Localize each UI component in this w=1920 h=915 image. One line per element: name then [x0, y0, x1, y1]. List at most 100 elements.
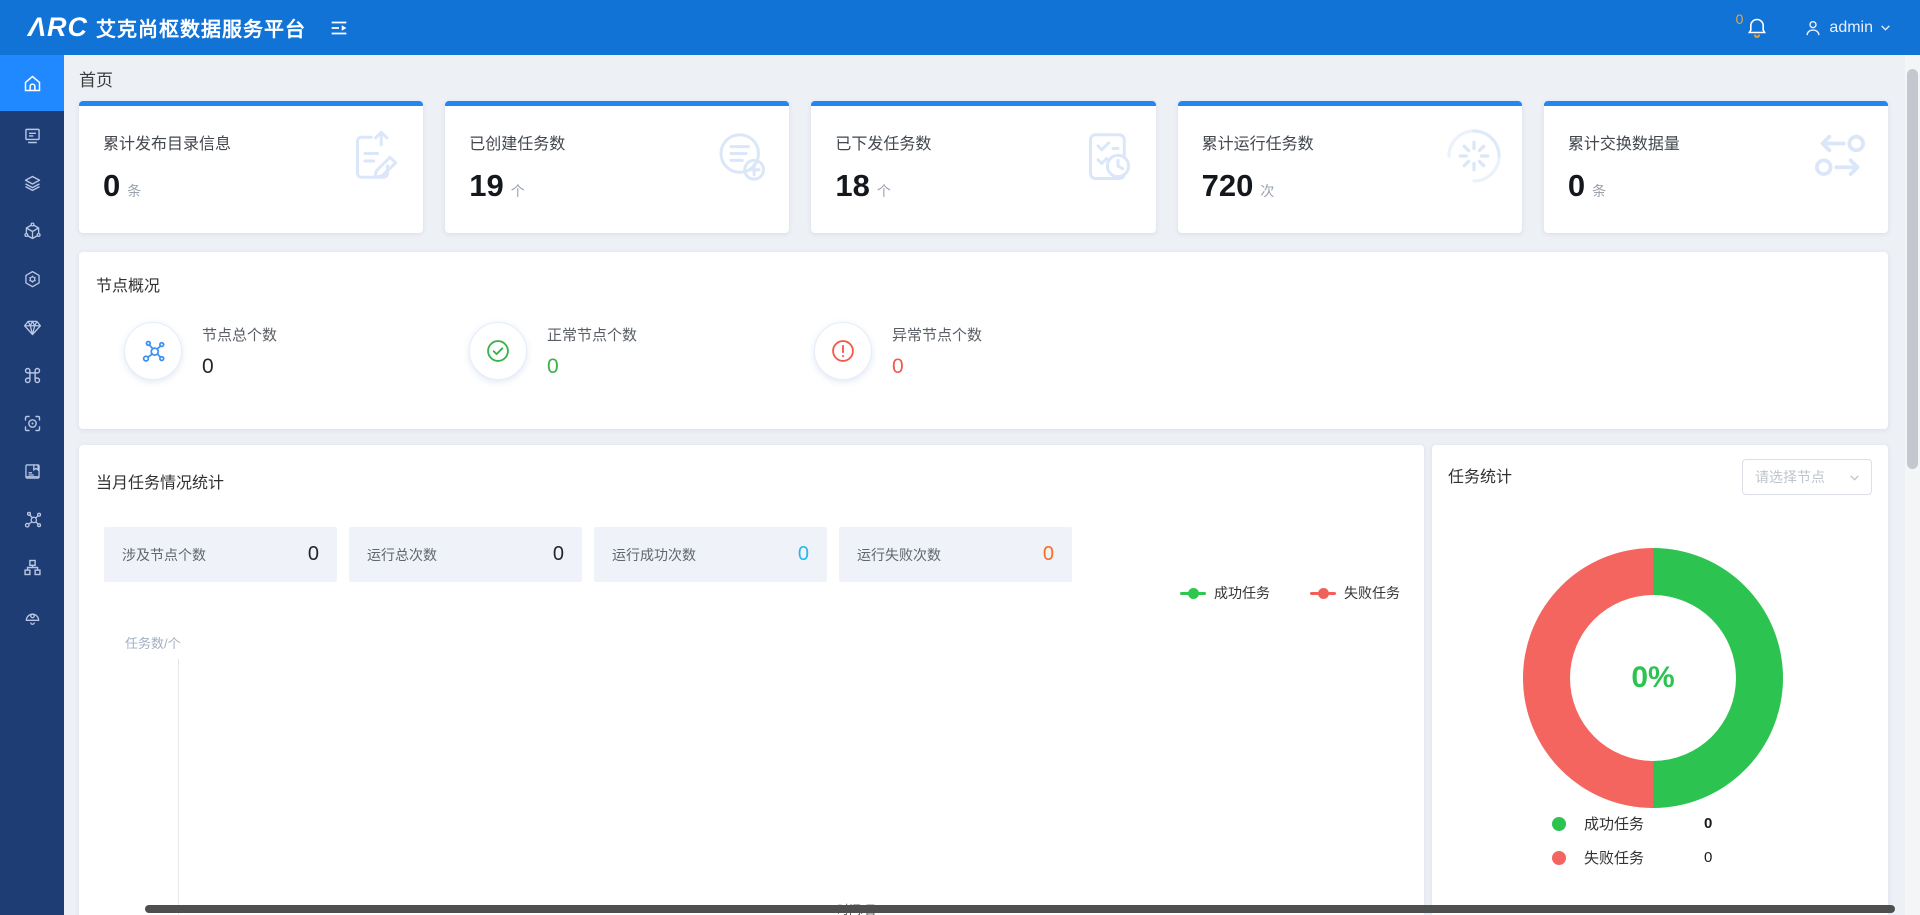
node-select-dropdown[interactable]: 请选择节点 — [1742, 459, 1872, 495]
warning-circle-icon — [829, 337, 857, 365]
stat-card-unit: 个 — [511, 181, 525, 201]
sidebar-item-layers[interactable] — [0, 159, 64, 207]
failed-dot — [1552, 851, 1566, 865]
sidebar-item-box-gear[interactable] — [0, 255, 64, 303]
spinner-icon — [1444, 126, 1504, 186]
user-menu[interactable]: admin — [1803, 18, 1892, 38]
stat-card-tasks-dispatched: 已下发任务数 18 个 — [811, 101, 1155, 233]
sidebar-item-target-scan[interactable] — [0, 399, 64, 447]
stat-card-unit: 条 — [1592, 181, 1606, 201]
command-icon — [22, 365, 43, 386]
mini-box-nodes-involved: 涉及节点个数 0 — [104, 527, 337, 582]
node-abnormal-item: 异常节点个数 0 — [814, 322, 1159, 380]
node-overview-title: 节点概况 — [96, 272, 1888, 296]
stat-card-value: 18 — [835, 168, 869, 204]
sidebar-item-monitor-list[interactable] — [0, 111, 64, 159]
list-add-icon — [711, 126, 771, 186]
exchange-arrows-icon — [1810, 126, 1870, 186]
node-abnormal-label: 异常节点个数 — [892, 324, 982, 345]
home-icon — [22, 73, 43, 94]
donut-legend-success-value: 0 — [1704, 815, 1712, 832]
bottom-row: 当月任务情况统计 涉及节点个数 0 运行总次数 0 运行成功次数 0 — [79, 445, 1888, 915]
mini-box-failed-runs: 运行失败次数 0 — [839, 527, 1072, 582]
sidebar-item-sitemap[interactable] — [0, 543, 64, 591]
sitemap-icon — [22, 557, 43, 578]
vertical-scrollbar[interactable] — [1905, 55, 1920, 915]
sidebar-item-cube-network[interactable] — [0, 207, 64, 255]
user-icon — [1803, 18, 1823, 38]
logo: ΛRC — [28, 12, 88, 43]
donut-hole: 0% — [1570, 595, 1736, 761]
chevron-down-icon — [1879, 21, 1892, 34]
gem-icon — [22, 317, 43, 338]
vertical-scrollbar-thumb[interactable] — [1907, 69, 1918, 469]
line-chart-legend: 成功任务 失败任务 — [1180, 583, 1400, 603]
node-total-item: 节点总个数 0 — [124, 322, 469, 380]
sidebar-fold-button[interactable] — [328, 17, 350, 39]
legend-failed-marker — [1310, 592, 1336, 595]
stat-card-data-exchanged: 累计交换数据量 0 条 — [1544, 101, 1888, 233]
stat-card-value: 0 — [103, 168, 120, 204]
mini-box-value: 0 — [798, 543, 809, 566]
bell-icon — [1745, 16, 1769, 40]
sidebar-item-alarm-bell[interactable] — [0, 591, 64, 639]
sidebar-item-gem[interactable] — [0, 303, 64, 351]
node-normal-item: 正常节点个数 0 — [469, 322, 814, 380]
legend-success-tasks[interactable]: 成功任务 — [1180, 583, 1270, 603]
success-dot — [1552, 817, 1566, 831]
horizontal-scrollbar-thumb[interactable] — [145, 905, 1895, 913]
header-right: 0 admin — [1736, 16, 1892, 40]
donut-legend-success-label: 成功任务 — [1584, 813, 1704, 834]
y-axis-line — [178, 659, 179, 915]
stat-card-unit: 个 — [877, 181, 891, 201]
node-normal-value: 0 — [547, 355, 637, 379]
box-gear-icon — [22, 269, 43, 290]
sidebar-item-book-archive[interactable] — [0, 447, 64, 495]
monthly-task-stats-panel: 当月任务情况统计 涉及节点个数 0 运行总次数 0 运行成功次数 0 — [79, 445, 1424, 915]
donut-legend-failed[interactable]: 失败任务 0 — [1552, 847, 1782, 868]
y-axis-label: 任务数/个 — [125, 633, 181, 652]
node-total-value: 0 — [202, 355, 277, 379]
task-stats-title: 任务统计 — [1448, 463, 1512, 487]
donut-legend-failed-value: 0 — [1704, 849, 1712, 866]
legend-success-marker — [1180, 592, 1206, 595]
node-total-icon-wrap — [124, 322, 182, 380]
donut-legend-success[interactable]: 成功任务 0 — [1552, 813, 1782, 834]
breadcrumb: 首页 — [79, 55, 1888, 101]
stat-card-value: 0 — [1568, 168, 1585, 204]
stat-card-unit: 次 — [1260, 181, 1274, 201]
monthly-stat-boxes: 涉及节点个数 0 运行总次数 0 运行成功次数 0 运行失败次数 0 — [104, 527, 1424, 582]
sidebar-item-home[interactable] — [0, 55, 64, 111]
monthly-stats-title: 当月任务情况统计 — [96, 469, 1424, 493]
mini-box-success-runs: 运行成功次数 0 — [594, 527, 827, 582]
layers-icon — [22, 173, 43, 194]
node-total-label: 节点总个数 — [202, 324, 277, 345]
node-select-placeholder: 请选择节点 — [1755, 467, 1825, 487]
donut-legend: 成功任务 0 失败任务 0 — [1552, 813, 1782, 868]
node-abnormal-value: 0 — [892, 355, 982, 379]
mini-box-label: 运行失败次数 — [857, 545, 941, 565]
alarm-bell-icon — [22, 605, 43, 626]
sidebar-item-share-nodes[interactable] — [0, 495, 64, 543]
mini-box-value: 0 — [1043, 543, 1054, 566]
sidebar-item-command[interactable] — [0, 351, 64, 399]
mini-box-label: 运行成功次数 — [612, 545, 696, 565]
breadcrumb-current[interactable]: 首页 — [79, 66, 113, 91]
mini-box-value: 0 — [308, 543, 319, 566]
app-screen: ΛRC 艾克尚枢数据服务平台 0 admin — [0, 0, 1920, 915]
stat-card-value: 720 — [1202, 168, 1254, 204]
nodes-blue-icon — [139, 337, 167, 365]
mini-box-label: 涉及节点个数 — [122, 545, 206, 565]
stat-card-tasks-run: 累计运行任务数 720 次 — [1178, 101, 1522, 233]
stat-cards-row: 累计发布目录信息 0 条 已创建任务数 19 个 — [79, 101, 1888, 233]
notification-bell-button[interactable]: 0 — [1736, 16, 1770, 40]
legend-success-label: 成功任务 — [1214, 583, 1270, 603]
mini-box-label: 运行总次数 — [367, 545, 437, 565]
cube-network-icon — [22, 221, 43, 242]
doc-publish-icon — [345, 126, 405, 186]
top-navbar: ΛRC 艾克尚枢数据服务平台 0 admin — [0, 0, 1920, 55]
donut-chart[interactable]: 0% — [1523, 548, 1783, 808]
legend-failed-tasks[interactable]: 失败任务 — [1310, 583, 1400, 603]
username: admin — [1829, 19, 1873, 37]
sidebar-nav — [0, 55, 64, 915]
